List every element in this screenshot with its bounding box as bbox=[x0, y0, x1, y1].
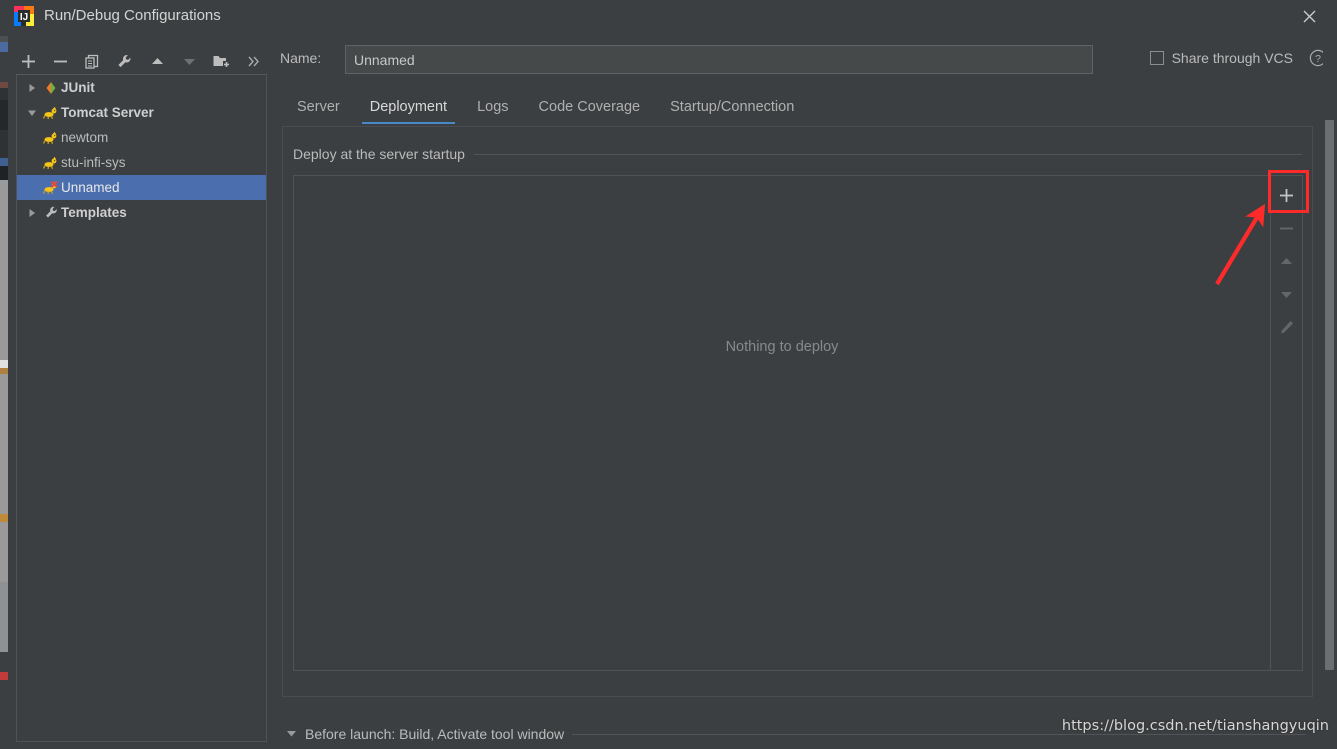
svg-text:?: ? bbox=[1315, 53, 1321, 65]
close-icon[interactable] bbox=[1289, 0, 1329, 32]
configurations-toolbar bbox=[12, 44, 270, 78]
edit-artifact-button[interactable] bbox=[1272, 311, 1302, 344]
intellij-idea-icon: IJ bbox=[14, 6, 34, 26]
nothing-to-deploy-message: Nothing to deploy bbox=[725, 339, 839, 355]
tab-logs[interactable]: Logs bbox=[462, 92, 523, 124]
chevron-right-icon[interactable] bbox=[23, 208, 41, 218]
name-label: Name: bbox=[280, 50, 322, 66]
move-up-button[interactable] bbox=[141, 46, 173, 76]
name-input[interactable] bbox=[345, 45, 1093, 74]
tomcat-icon bbox=[41, 131, 61, 145]
tab-startup-connection[interactable]: Startup/Connection bbox=[655, 92, 809, 124]
share-through-vcs-label: Share through VCS bbox=[1171, 50, 1293, 66]
add-configuration-button[interactable] bbox=[12, 46, 44, 76]
svg-text:IJ: IJ bbox=[20, 12, 28, 23]
window-title: Run/Debug Configurations bbox=[44, 7, 221, 24]
deployment-artifact-list[interactable]: Nothing to deploy bbox=[293, 175, 1271, 671]
share-through-vcs-checkbox[interactable] bbox=[1149, 51, 1164, 65]
background-ide-sliver bbox=[0, 0, 8, 749]
tab-code-coverage[interactable]: Code Coverage bbox=[524, 92, 656, 124]
deploy-at-startup-group-header: Deploy at the server startup bbox=[293, 146, 1302, 162]
tree-item-stu-infi-sys[interactable]: stu-infi-sys bbox=[17, 150, 266, 175]
configurations-tree[interactable]: JUnit Tomcat Server newtom stu-infi-sys … bbox=[16, 74, 267, 742]
junit-icon bbox=[41, 81, 61, 95]
tree-item-label: JUnit bbox=[61, 80, 95, 95]
chevron-down-icon[interactable] bbox=[286, 727, 297, 742]
remove-artifact-button[interactable] bbox=[1272, 212, 1302, 245]
tree-item-tomcat-server[interactable]: Tomcat Server bbox=[17, 100, 266, 125]
vertical-scrollbar-track[interactable] bbox=[1323, 36, 1337, 749]
edit-templates-button[interactable] bbox=[109, 46, 141, 76]
before-launch-label: Before launch: Build, Activate tool wind… bbox=[305, 726, 565, 742]
move-artifact-up-button[interactable] bbox=[1272, 245, 1302, 278]
tree-item-label: newtom bbox=[61, 130, 109, 145]
move-down-button[interactable] bbox=[173, 46, 205, 76]
configuration-tabs[interactable]: Server Deployment Logs Code Coverage Sta… bbox=[282, 92, 1315, 124]
wrench-icon bbox=[41, 205, 61, 220]
share-through-vcs-row[interactable]: Share through VCS bbox=[1149, 50, 1293, 66]
group-divider bbox=[473, 153, 1302, 155]
chevron-right-icon[interactable] bbox=[23, 83, 41, 93]
tree-item-junit[interactable]: JUnit bbox=[17, 75, 266, 100]
tree-item-label: Unnamed bbox=[61, 180, 120, 195]
tree-item-label: Templates bbox=[61, 205, 127, 220]
new-folder-button[interactable] bbox=[206, 46, 238, 76]
tomcat-icon bbox=[41, 106, 61, 120]
tab-server[interactable]: Server bbox=[282, 92, 355, 124]
move-artifact-down-button[interactable] bbox=[1272, 278, 1302, 311]
watermark-url: https://blog.csdn.net/tianshangyuqin bbox=[1061, 718, 1329, 734]
chevron-down-icon[interactable] bbox=[23, 108, 41, 118]
tree-item-newtom[interactable]: newtom bbox=[17, 125, 266, 150]
run-debug-configurations-dialog: IJ Run/Debug Configurations JUnit Tomcat… bbox=[0, 0, 1337, 749]
more-options-button[interactable] bbox=[238, 46, 270, 76]
tab-deployment[interactable]: Deployment bbox=[355, 92, 462, 124]
copy-configuration-button[interactable] bbox=[77, 46, 109, 76]
deploy-at-startup-title: Deploy at the server startup bbox=[293, 146, 465, 162]
tree-item-label: Tomcat Server bbox=[61, 105, 154, 120]
tree-item-label: stu-infi-sys bbox=[61, 155, 126, 170]
tomcat-icon bbox=[41, 156, 61, 170]
tomcat-error-icon bbox=[41, 180, 61, 195]
window-titlebar: IJ Run/Debug Configurations bbox=[8, 0, 1337, 32]
add-artifact-button[interactable] bbox=[1272, 179, 1302, 212]
tree-item-unnamed[interactable]: Unnamed bbox=[17, 175, 266, 200]
remove-configuration-button[interactable] bbox=[44, 46, 76, 76]
tree-item-templates[interactable]: Templates bbox=[17, 200, 266, 225]
artifact-list-toolbar bbox=[1271, 175, 1303, 671]
vertical-scrollbar-thumb[interactable] bbox=[1325, 120, 1334, 670]
